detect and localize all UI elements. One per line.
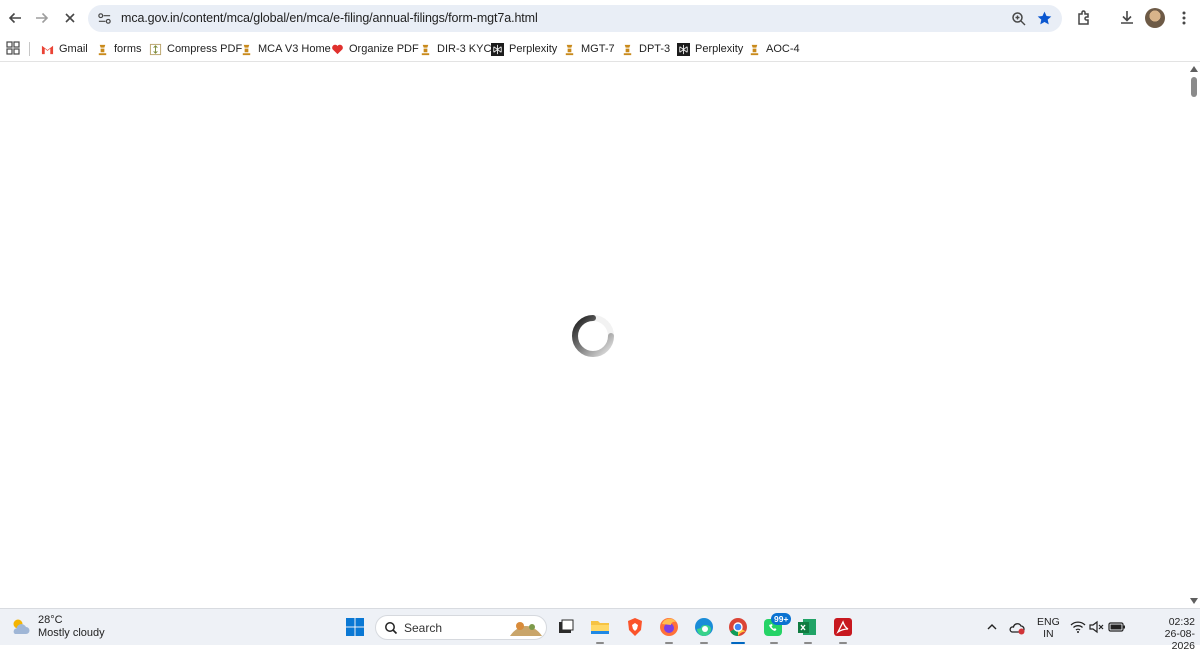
volume-muted-icon[interactable]	[1089, 620, 1105, 634]
bookmark-mca-v3-home[interactable]: MCA V3 Home	[240, 39, 331, 59]
app-running-indicator	[804, 642, 812, 644]
zoom-icon[interactable]	[1011, 11, 1027, 27]
excel-icon[interactable]	[796, 616, 818, 638]
language-indicator[interactable]: ENG IN	[1037, 616, 1060, 640]
bookmark-mgt-7[interactable]: MGT-7	[563, 39, 615, 59]
cloudy-weather-icon	[13, 619, 30, 634]
emblem-icon	[623, 44, 632, 55]
compress-pdf-icon	[149, 43, 162, 55]
bookmark-label: Compress PDF	[167, 43, 243, 55]
search-icon	[385, 622, 398, 635]
bookmark-label: DIR-3 KYC	[437, 43, 492, 55]
bookmark-label: MCA V3 Home	[258, 43, 331, 55]
emblem-icon	[421, 44, 430, 55]
bookmark-label: forms	[114, 43, 142, 55]
scroll-down-icon[interactable]	[1190, 598, 1198, 604]
perplexity-icon	[491, 42, 504, 56]
taskbar-search[interactable]: Search	[375, 615, 547, 640]
bookmark-forms[interactable]: forms	[96, 39, 142, 59]
kebab-menu-icon[interactable]	[1176, 6, 1192, 30]
emblem-icon	[242, 44, 251, 55]
weather-temperature: 28°C	[38, 614, 63, 626]
bookmark-label: MGT-7	[581, 43, 615, 55]
profile-avatar[interactable]	[1145, 8, 1165, 28]
onedrive-error-icon[interactable]	[1009, 619, 1027, 637]
battery-icon[interactable]	[1108, 621, 1126, 633]
bookmark-perplexity-2[interactable]: Perplexity	[677, 39, 743, 59]
firefox-icon[interactable]	[658, 616, 680, 638]
clock-time: 02:32	[1168, 616, 1195, 628]
bookmark-compress-pdf[interactable]: Compress PDF	[149, 39, 242, 59]
edge-icon[interactable]	[693, 616, 715, 638]
bookmark-aoc-4[interactable]: AOC-4	[748, 39, 800, 59]
wifi-icon[interactable]	[1070, 620, 1086, 634]
search-highlight-icon	[510, 622, 542, 636]
address-bar[interactable]: mca.gov.in/content/mca/global/en/mca/e-f…	[88, 5, 1062, 32]
scroll-thumb[interactable]	[1191, 77, 1197, 97]
url-text[interactable]: mca.gov.in/content/mca/global/en/mca/e-f…	[121, 11, 538, 25]
heart-icon	[332, 44, 343, 54]
chevron-up-icon[interactable]	[985, 620, 999, 634]
weather-condition: Mostly cloudy	[38, 627, 105, 639]
bookmarks-bar: Gmail forms Compress PDF MCA V3 Home Org…	[0, 36, 1200, 62]
bookmarks-divider	[29, 42, 30, 56]
bookmark-dir-3-kyc[interactable]: DIR-3 KYC	[419, 39, 491, 59]
clock-date: 26-08-2026	[1164, 628, 1195, 652]
loading-spinner-icon	[572, 315, 614, 357]
bookmark-star-icon[interactable]	[1036, 10, 1053, 27]
language-code: ENG	[1037, 616, 1060, 628]
search-placeholder: Search	[404, 621, 443, 635]
page-scrollbar[interactable]	[1188, 63, 1200, 608]
app-running-indicator	[596, 642, 604, 644]
extensions-icon[interactable]	[1073, 6, 1097, 30]
perplexity-icon	[677, 42, 690, 56]
weather-widget[interactable]: 28°C Mostly cloudy	[10, 614, 105, 640]
system-clock[interactable]: 02:32 26-08-2026	[1143, 616, 1195, 652]
site-info-icon[interactable]	[97, 11, 112, 26]
whatsapp-notification-badge: 99+	[771, 613, 792, 625]
acrobat-icon[interactable]	[832, 616, 854, 638]
app-running-indicator	[770, 642, 778, 644]
bookmark-label: AOC-4	[766, 43, 800, 55]
bookmark-perplexity-1[interactable]: Perplexity	[491, 39, 557, 59]
download-icon[interactable]	[1115, 6, 1139, 30]
brave-icon[interactable]	[624, 616, 646, 638]
app-active-indicator	[731, 642, 745, 644]
apps-grid-icon[interactable]	[6, 41, 20, 55]
file-explorer-icon[interactable]	[589, 616, 611, 638]
bookmark-label: Gmail	[59, 43, 88, 55]
back-button[interactable]	[1, 4, 29, 32]
close-icon	[65, 13, 75, 23]
emblem-icon	[98, 44, 107, 55]
emblem-icon	[565, 44, 574, 55]
bookmark-label: Organize PDF	[349, 43, 419, 55]
task-view-icon[interactable]	[555, 616, 577, 638]
bookmark-label: Perplexity	[695, 43, 744, 55]
arrow-right-icon	[36, 12, 49, 24]
stop-loading-button[interactable]	[56, 4, 84, 32]
bookmark-organize-pdf[interactable]: Organize PDF	[331, 39, 419, 59]
chrome-icon[interactable]	[727, 616, 749, 638]
scroll-up-icon[interactable]	[1190, 66, 1198, 72]
bookmark-label: DPT-3	[639, 43, 671, 55]
bookmark-gmail[interactable]: Gmail	[41, 39, 88, 59]
forward-button[interactable]	[28, 4, 56, 32]
region-code: IN	[1043, 628, 1054, 640]
gmail-icon	[41, 45, 54, 54]
browser-toolbar: mca.gov.in/content/mca/global/en/mca/e-f…	[0, 0, 1200, 36]
windows-taskbar: 28°C Mostly cloudy Search 99+ ENG IN 02:…	[0, 608, 1200, 652]
bookmark-dpt-3[interactable]: DPT-3	[621, 39, 670, 59]
emblem-icon	[750, 44, 759, 55]
arrow-left-icon	[8, 12, 21, 24]
app-running-indicator	[665, 642, 673, 644]
start-icon[interactable]	[344, 616, 366, 638]
bookmark-label: Perplexity	[509, 43, 558, 55]
app-running-indicator	[700, 642, 708, 644]
app-running-indicator	[839, 642, 847, 644]
